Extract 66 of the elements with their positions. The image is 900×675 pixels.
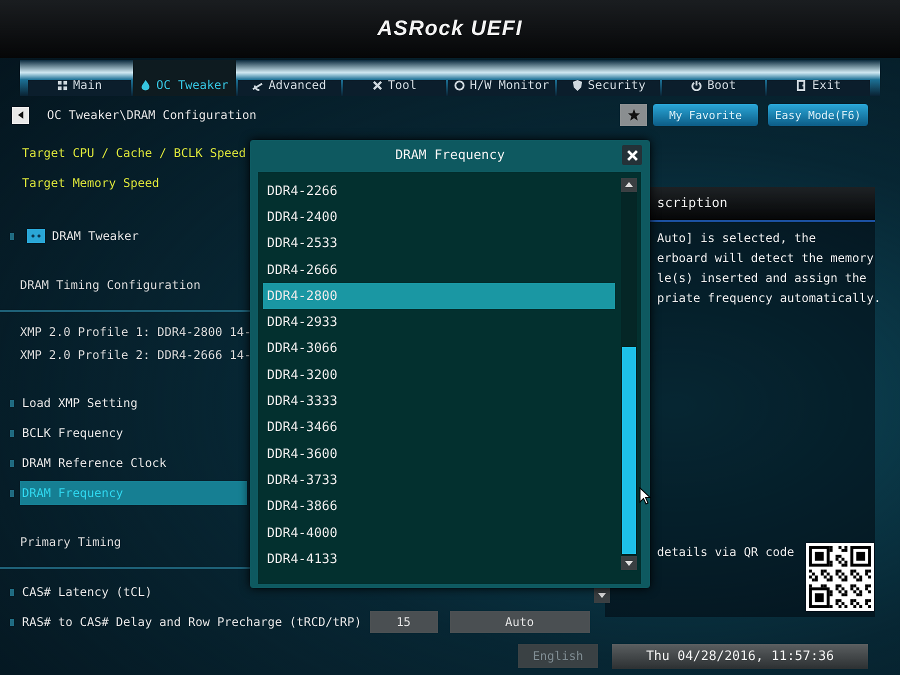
submenu-icon [27, 229, 45, 243]
qr-code [806, 543, 874, 611]
frequency-option[interactable]: DDR4-2666 [263, 256, 615, 284]
frequency-option[interactable]: DDR4-3200 [263, 362, 615, 388]
description-text: Auto] is selected, the [657, 230, 817, 247]
setting-item[interactable]: RAS# to CAS# Delay and Row Precharge (tRCD/tRP) [20, 610, 362, 634]
scroll-up-icon[interactable] [621, 178, 637, 192]
setting-item[interactable]: DRAM Reference Clock [20, 451, 247, 475]
frequency-option[interactable]: DDR4-3733 [263, 467, 615, 494]
favorite-star-button[interactable] [620, 104, 647, 126]
setting-item[interactable]: CAS# Latency (tCL) [20, 580, 247, 604]
back-arrow-icon [18, 111, 24, 119]
frequency-option[interactable]: DDR4-3066 [263, 336, 615, 362]
info-label: Target Memory Speed [21, 176, 160, 190]
profile-text: XMP 2.0 Profile 2: DDR4-2666 14- [19, 348, 252, 362]
star-icon [628, 109, 640, 121]
frequency-option[interactable]: DDR4-2533 [263, 230, 615, 257]
bullet-icon [10, 490, 14, 496]
description-title: scription [657, 196, 728, 211]
grid-icon [57, 80, 68, 91]
section-heading: DRAM Timing Configuration [19, 278, 201, 292]
bullet-icon [10, 460, 14, 466]
frequency-option[interactable]: DDR4-2400 [263, 204, 615, 231]
frequency-option[interactable]: DDR4-3866 [263, 494, 615, 520]
bullet-icon [10, 430, 14, 436]
shield-icon [572, 80, 583, 91]
value-field[interactable]: Auto [450, 611, 590, 633]
logo: ASRock UEFI [377, 17, 523, 41]
bullet-icon [10, 232, 14, 240]
close-icon [626, 150, 638, 160]
circle-icon [454, 80, 465, 91]
power-icon [691, 80, 702, 91]
description-text: le(s) inserted and assign the [657, 270, 868, 287]
scroll-down-icon[interactable] [594, 587, 610, 603]
scrollbar[interactable] [621, 178, 637, 570]
frequency-option[interactable]: DDR4-2266 [263, 178, 615, 204]
frequency-option[interactable]: DDR4-3600 [263, 440, 615, 468]
dialog-title: DRAM Frequency [395, 148, 505, 162]
close-button[interactable] [622, 145, 642, 165]
door-icon [796, 80, 808, 91]
bullet-icon [10, 588, 14, 596]
section-heading: Primary Timing [19, 535, 122, 549]
qr-caption: details via QR code [657, 545, 794, 559]
scroll-down-icon[interactable] [621, 556, 637, 570]
frequency-option[interactable]: DDR4-2933 [263, 309, 615, 336]
tab[interactable]: OC Tweaker [132, 60, 236, 96]
setting-item[interactable]: BCLK Frequency [20, 421, 247, 445]
date-time: Thu 04/28/2016, 11:57:36 [612, 644, 868, 668]
mouse-cursor-icon [639, 487, 651, 505]
setting-item[interactable]: Load XMP Setting [20, 391, 247, 415]
info-label: Target CPU / Cache / BCLK Speed [21, 146, 246, 160]
submenu-item[interactable]: DRAM Tweaker [0, 229, 139, 243]
bullet-icon [10, 618, 14, 626]
favorite-button[interactable]: My Favorite [653, 104, 758, 126]
profile-text: XMP 2.0 Profile 1: DDR4-2800 14- [19, 324, 252, 338]
frequency-option[interactable]: DDR4-4000 [263, 520, 615, 546]
mode-button[interactable]: Easy Mode(F6) [768, 104, 868, 126]
value-field[interactable]: 15 [370, 611, 438, 633]
frequency-option[interactable]: DDR4-4133 [263, 546, 615, 572]
frequency-option[interactable]: DDR4-3466 [263, 414, 615, 441]
breadcrumb: OC Tweaker\DRAM Configuration [47, 108, 257, 122]
tools-icon [372, 80, 383, 91]
bullet-icon [10, 400, 14, 406]
frequency-option[interactable]: DDR4-3333 [263, 388, 615, 415]
description-text: erboard will detect the memory [657, 250, 875, 267]
back-button[interactable] [12, 106, 29, 124]
